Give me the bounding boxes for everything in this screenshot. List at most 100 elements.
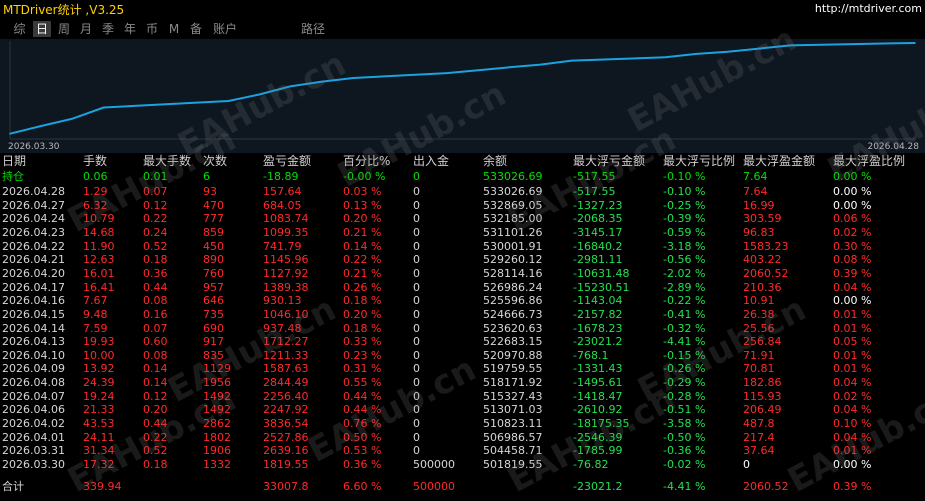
table-row: 2026.04.15 9.48 0.16 735 1046.10 0.20 % 0 52466… [0, 308, 925, 321]
table-header: 日期 手数 最大手数 次数 盈亏金额 百分比% 出入金 余额 最大浮亏金额 最大浮亏比例 最大浮盈金… [0, 155, 925, 168]
table-row-col-10: 487.8 [743, 417, 775, 431]
table-row-col-3: 859 [203, 225, 224, 239]
table-header-col-6: 出入金 [413, 154, 450, 168]
table-row-col-0: 2026.03.30 [2, 458, 65, 471]
table-row-col-4: 1127.92 [263, 266, 309, 280]
table-row-col-7: 504458.71 [483, 444, 543, 458]
table-row-col-7: 531101.26 [483, 225, 543, 239]
tab-6[interactable]: 年 [121, 21, 139, 37]
total-row-col-11: 0.39 % [833, 480, 872, 493]
table-row-col-8: -1418.47 [573, 389, 623, 403]
table-row-col-11: 0.02 % [833, 389, 872, 403]
tab-10[interactable]: 账户 [210, 21, 240, 37]
table-row-col-5: 0.20 % [343, 212, 382, 226]
table-row: 2026.04.20 16.01 0.36 760 1127.92 0.21 % 0 5281… [0, 267, 925, 280]
balance-point-17 [758, 47, 760, 50]
table-row-col-10: 1583.23 [743, 239, 789, 253]
holding-row-col-4: -18.89 [263, 170, 299, 183]
table-row-col-9: -4.41 % [663, 335, 706, 349]
table-row-col-2: 0.60 [143, 335, 168, 349]
table-row-col-3: 835 [203, 348, 224, 362]
tab-3[interactable]: 周 [55, 21, 73, 37]
table-row-col-6: 0 [413, 335, 420, 349]
table-row-col-5: 0.13 % [343, 198, 382, 212]
table-row-col-7: 532869.05 [483, 198, 543, 212]
total-row-col-8: -23021.2 [573, 480, 623, 493]
tab-5[interactable]: 季 [99, 21, 117, 37]
table-row-col-10: 10.91 [743, 294, 775, 308]
table-row-col-4: 2844.49 [263, 376, 309, 390]
balance-point-18 [789, 44, 791, 47]
table-row-col-5: 0.20 % [343, 307, 382, 321]
table-row-col-8: -15230.51 [573, 280, 630, 294]
balance-point-6 [290, 85, 292, 87]
tab-4[interactable]: 月 [77, 21, 95, 37]
table-row-col-6: 0 [413, 239, 420, 253]
table-row-col-2: 0.18 [143, 253, 168, 267]
table-row-col-2: 0.22 [143, 430, 168, 444]
table-row-col-11: 0.00 % [833, 198, 872, 212]
table-row: 2026.04.13 19.93 0.60 917 1712.27 0.33 % 0 5226… [0, 335, 925, 348]
table-row-col-9: -0.39 % [663, 212, 706, 226]
table-row-col-11: 0.39 % [833, 266, 872, 280]
table-row-col-3: 1956 [203, 376, 231, 390]
table-row-col-10: 37.64 [743, 444, 775, 458]
table-row-col-10: 25.56 [743, 321, 775, 335]
table-row-col-6: 0 [413, 307, 420, 321]
table-row-col-11: 0.01 % [833, 307, 872, 321]
table-row-col-11: 0.01 % [833, 321, 872, 335]
table-row-col-9: -0.59 % [663, 225, 706, 239]
table-row-col-6: 0 [413, 225, 420, 239]
table-row-col-0: 2026.04.09 [2, 362, 65, 376]
table-row: 2026.03.31 31.34 0.52 1906 2639.16 0.53 % 0 504… [0, 444, 925, 457]
table-row-col-7: 519759.55 [483, 362, 543, 376]
table-row-col-6: 0 [413, 198, 420, 212]
table-row-col-10: 303.59 [743, 212, 782, 226]
table-row-col-8: -3145.17 [573, 225, 623, 239]
table-row-col-8: -1327.23 [573, 198, 623, 212]
tab-1[interactable]: 综 [10, 21, 29, 37]
table-row-col-2: 0.14 [143, 362, 168, 376]
tab-9[interactable]: 备 [187, 21, 205, 37]
table-row-col-4: 1145.96 [263, 253, 309, 267]
table-row-col-4: 1819.55 [263, 458, 309, 471]
tab-11[interactable]: 路径 [298, 21, 328, 37]
table-row-col-4: 930.13 [263, 294, 302, 308]
table-row-col-4: 1046.10 [263, 307, 309, 321]
table-row-col-9: -2.89 % [663, 280, 706, 294]
table-row-col-7: 526986.24 [483, 280, 543, 294]
website-link[interactable]: http://mtdriver.com [815, 2, 922, 15]
holding-row-col-8: -517.55 [573, 170, 616, 183]
table-row-col-5: 0.23 % [343, 348, 382, 362]
table-row-col-2: 0.52 [143, 239, 168, 253]
table-row-col-10: 206.49 [743, 403, 782, 417]
table-row-col-0: 2026.04.01 [2, 430, 65, 444]
holding-row-col-9: -0.10 % [663, 170, 706, 183]
balance-point-9 [446, 72, 448, 74]
table-row-col-0: 2026.04.10 [2, 348, 65, 362]
table-header-col-8: 最大浮亏金额 [573, 154, 646, 168]
table-row-col-9: -0.32 % [663, 321, 706, 335]
table-row-col-7: 533026.69 [483, 185, 543, 198]
table-row-col-10: 2060.52 [743, 266, 789, 280]
table-row-col-10: 7.64 [743, 185, 768, 198]
table-row-col-1: 10.00 [83, 348, 115, 362]
table-row-col-9: -0.15 % [663, 348, 706, 362]
table-row-col-6: 0 [413, 389, 420, 403]
balance-point-10 [477, 69, 479, 72]
tab-7[interactable]: 币 [143, 21, 161, 37]
table-row-col-3: 1492 [203, 403, 231, 417]
balance-point-19 [883, 42, 885, 45]
balance-point-0 [9, 132, 11, 135]
table-row-col-6: 500000 [413, 458, 455, 471]
table-header-col-2: 最大手数 [143, 154, 192, 168]
tab-8[interactable]: M [166, 21, 182, 37]
table-row-col-8: -2157.82 [573, 307, 623, 321]
holding-row-col-0: 持仓 [2, 170, 24, 183]
table-row-col-4: 1083.74 [263, 212, 309, 226]
table-row-col-8: -2981.11 [573, 253, 623, 267]
table-header-col-0: 日期 [2, 154, 27, 168]
balance-point-1 [40, 125, 42, 127]
table-row-col-11: 0.08 % [833, 253, 872, 267]
tab-2[interactable]: 日 [33, 21, 51, 37]
